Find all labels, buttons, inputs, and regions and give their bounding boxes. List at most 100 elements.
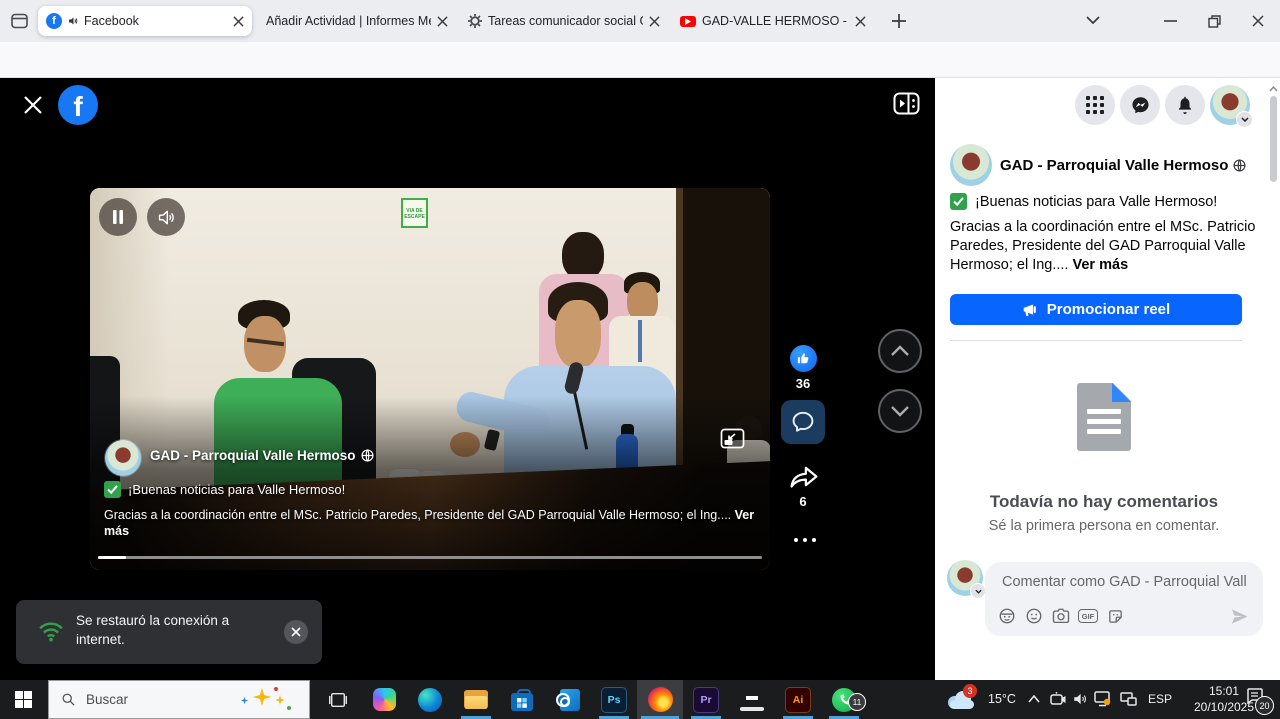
sidebar-page-name[interactable]: GAD - Parroquial Valle Hermoso	[1000, 157, 1246, 174]
taskbar-search[interactable]	[48, 680, 310, 719]
comment-input[interactable]	[1000, 571, 1249, 593]
taskbar-photoshop[interactable]: Ps	[591, 680, 637, 719]
share-count: 6	[777, 494, 829, 509]
taskbar-store[interactable]	[499, 680, 545, 719]
toast-message: Se restauró la conexión ainternet.	[76, 611, 229, 649]
sticker-icon[interactable]	[1105, 606, 1125, 626]
facebook-favicon: f	[46, 13, 62, 29]
see-more-link[interactable]: Ver más	[1073, 257, 1129, 273]
taskbar-copilot[interactable]	[361, 680, 407, 719]
start-button[interactable]	[0, 680, 46, 719]
comments-sidebar: GAD - Parroquial Valle Hermoso ¡Buenas n…	[935, 78, 1280, 680]
reel-page-avatar[interactable]	[105, 440, 141, 476]
language-indicator[interactable]: ESP	[1148, 692, 1172, 706]
tab-close-icon[interactable]	[855, 16, 866, 27]
comment-button[interactable]	[781, 400, 825, 444]
gif-icon[interactable]: GIF	[1078, 606, 1098, 626]
facebook-logo[interactable]: f	[58, 85, 98, 125]
pause-button[interactable]	[99, 198, 137, 236]
avatar-sticker-icon[interactable]	[997, 606, 1017, 626]
emoji-icon[interactable]	[1024, 606, 1044, 626]
like-button[interactable]	[790, 345, 817, 372]
sidebar-page-avatar[interactable]	[950, 144, 992, 186]
notifications-button[interactable]	[1165, 85, 1205, 125]
search-input[interactable]	[84, 691, 238, 708]
weather-widget[interactable]: 3	[946, 686, 982, 714]
search-icon	[61, 692, 76, 707]
share-button[interactable]	[789, 466, 819, 492]
reel-description: Gracias a la coordinación entre el MSc. …	[104, 507, 758, 539]
reel-video[interactable]: VIA DEESCAPE	[90, 188, 770, 570]
scroll-up-arrow[interactable]	[1269, 86, 1278, 92]
network-icon[interactable]	[1120, 692, 1137, 706]
apps-grid-button[interactable]	[1075, 85, 1115, 125]
tab-facebook[interactable]: f Facebook	[38, 6, 252, 36]
tab-close-icon[interactable]	[437, 16, 448, 27]
tray-chevron-up[interactable]	[1028, 695, 1040, 703]
chevron-down-badge	[1236, 111, 1253, 128]
previous-reel-button[interactable]	[878, 329, 922, 373]
file-explorer-icon	[464, 690, 488, 710]
list-tabs-chevron-icon[interactable]	[1086, 16, 1100, 25]
camera-icon[interactable]	[1051, 606, 1071, 626]
taskbar-firefox[interactable]	[637, 680, 683, 719]
taskbar-whatsapp[interactable]: 11	[821, 680, 867, 719]
progress-fill	[98, 556, 126, 559]
taskbar-outlook[interactable]	[545, 680, 591, 719]
messenger-button[interactable]	[1120, 85, 1160, 125]
lanyard	[638, 320, 642, 362]
premiere-icon: Pr	[693, 687, 719, 713]
taskbar-file-explorer[interactable]	[453, 680, 499, 719]
promote-reel-button[interactable]: Promocionar reel	[950, 294, 1242, 325]
sidebar-scrollbar[interactable]	[1267, 78, 1280, 680]
taskbar-vlc[interactable]	[729, 680, 775, 719]
composer-avatar[interactable]	[947, 560, 983, 596]
screen-share-icon[interactable]	[1094, 691, 1111, 707]
browser-tab-bar: f Facebook Añadir Actividad | Informes M…	[0, 0, 1280, 42]
bell-icon	[1175, 95, 1195, 116]
messenger-icon	[1130, 95, 1151, 116]
volume-tray-icon[interactable]	[1072, 692, 1088, 706]
more-options-button[interactable]	[794, 538, 816, 542]
progress-track[interactable]	[98, 556, 762, 559]
person-pink-head	[562, 232, 604, 280]
send-icon[interactable]	[1229, 606, 1249, 626]
toggle-comments-panel-icon[interactable]	[893, 92, 920, 115]
window-close-button[interactable]	[1243, 8, 1273, 34]
megaphone-icon	[1022, 302, 1039, 318]
window-minimize-button[interactable]	[1155, 8, 1185, 34]
tab-tareas[interactable]: Tareas comunicador social GAD	[460, 6, 668, 36]
tab-informes[interactable]: Añadir Actividad | Informes Mensua	[258, 6, 456, 36]
globe-icon	[361, 449, 374, 462]
weather-badge: 3	[963, 684, 977, 698]
escape-sign: VIA DEESCAPE	[401, 198, 428, 228]
task-view-button[interactable]	[315, 680, 361, 719]
outlook-icon	[556, 689, 580, 711]
next-reel-button[interactable]	[878, 389, 922, 433]
comment-composer[interactable]: GIF	[985, 562, 1263, 636]
taskbar-premiere[interactable]: Pr	[683, 680, 729, 719]
tab-close-icon[interactable]	[233, 16, 244, 27]
toast-close-button[interactable]	[284, 620, 308, 644]
tab-close-icon[interactable]	[649, 16, 660, 27]
picture-in-picture-icon[interactable]	[720, 428, 745, 449]
meet-now-icon[interactable]	[1050, 692, 1066, 707]
empty-comments-subtitle: Sé la primera persona en comentar.	[935, 518, 1273, 534]
edge-icon	[418, 688, 442, 712]
comment-bubble-icon	[790, 409, 816, 435]
wifi-icon	[38, 620, 64, 642]
window-restore-button[interactable]	[1199, 8, 1229, 34]
taskbar-edge[interactable]	[407, 680, 453, 719]
scrollbar-thumb[interactable]	[1270, 96, 1277, 182]
temperature-label[interactable]: 15°C	[988, 692, 1016, 706]
reel-page-name[interactable]: GAD - Parroquial Valle Hermoso	[150, 448, 374, 463]
close-reel-icon[interactable]	[23, 95, 43, 115]
volume-button[interactable]	[147, 198, 185, 236]
profile-avatar-button[interactable]	[1210, 85, 1250, 125]
tab-youtube[interactable]: GAD-VALLE HERMOSO - YouTu	[672, 6, 874, 36]
firefox-view-icon[interactable]	[11, 13, 28, 29]
notification-center-button[interactable]: 20	[1246, 688, 1272, 712]
taskbar-illustrator[interactable]: Ai	[775, 680, 821, 719]
new-tab-button[interactable]	[890, 12, 908, 30]
tab-audio-icon[interactable]	[67, 15, 79, 27]
